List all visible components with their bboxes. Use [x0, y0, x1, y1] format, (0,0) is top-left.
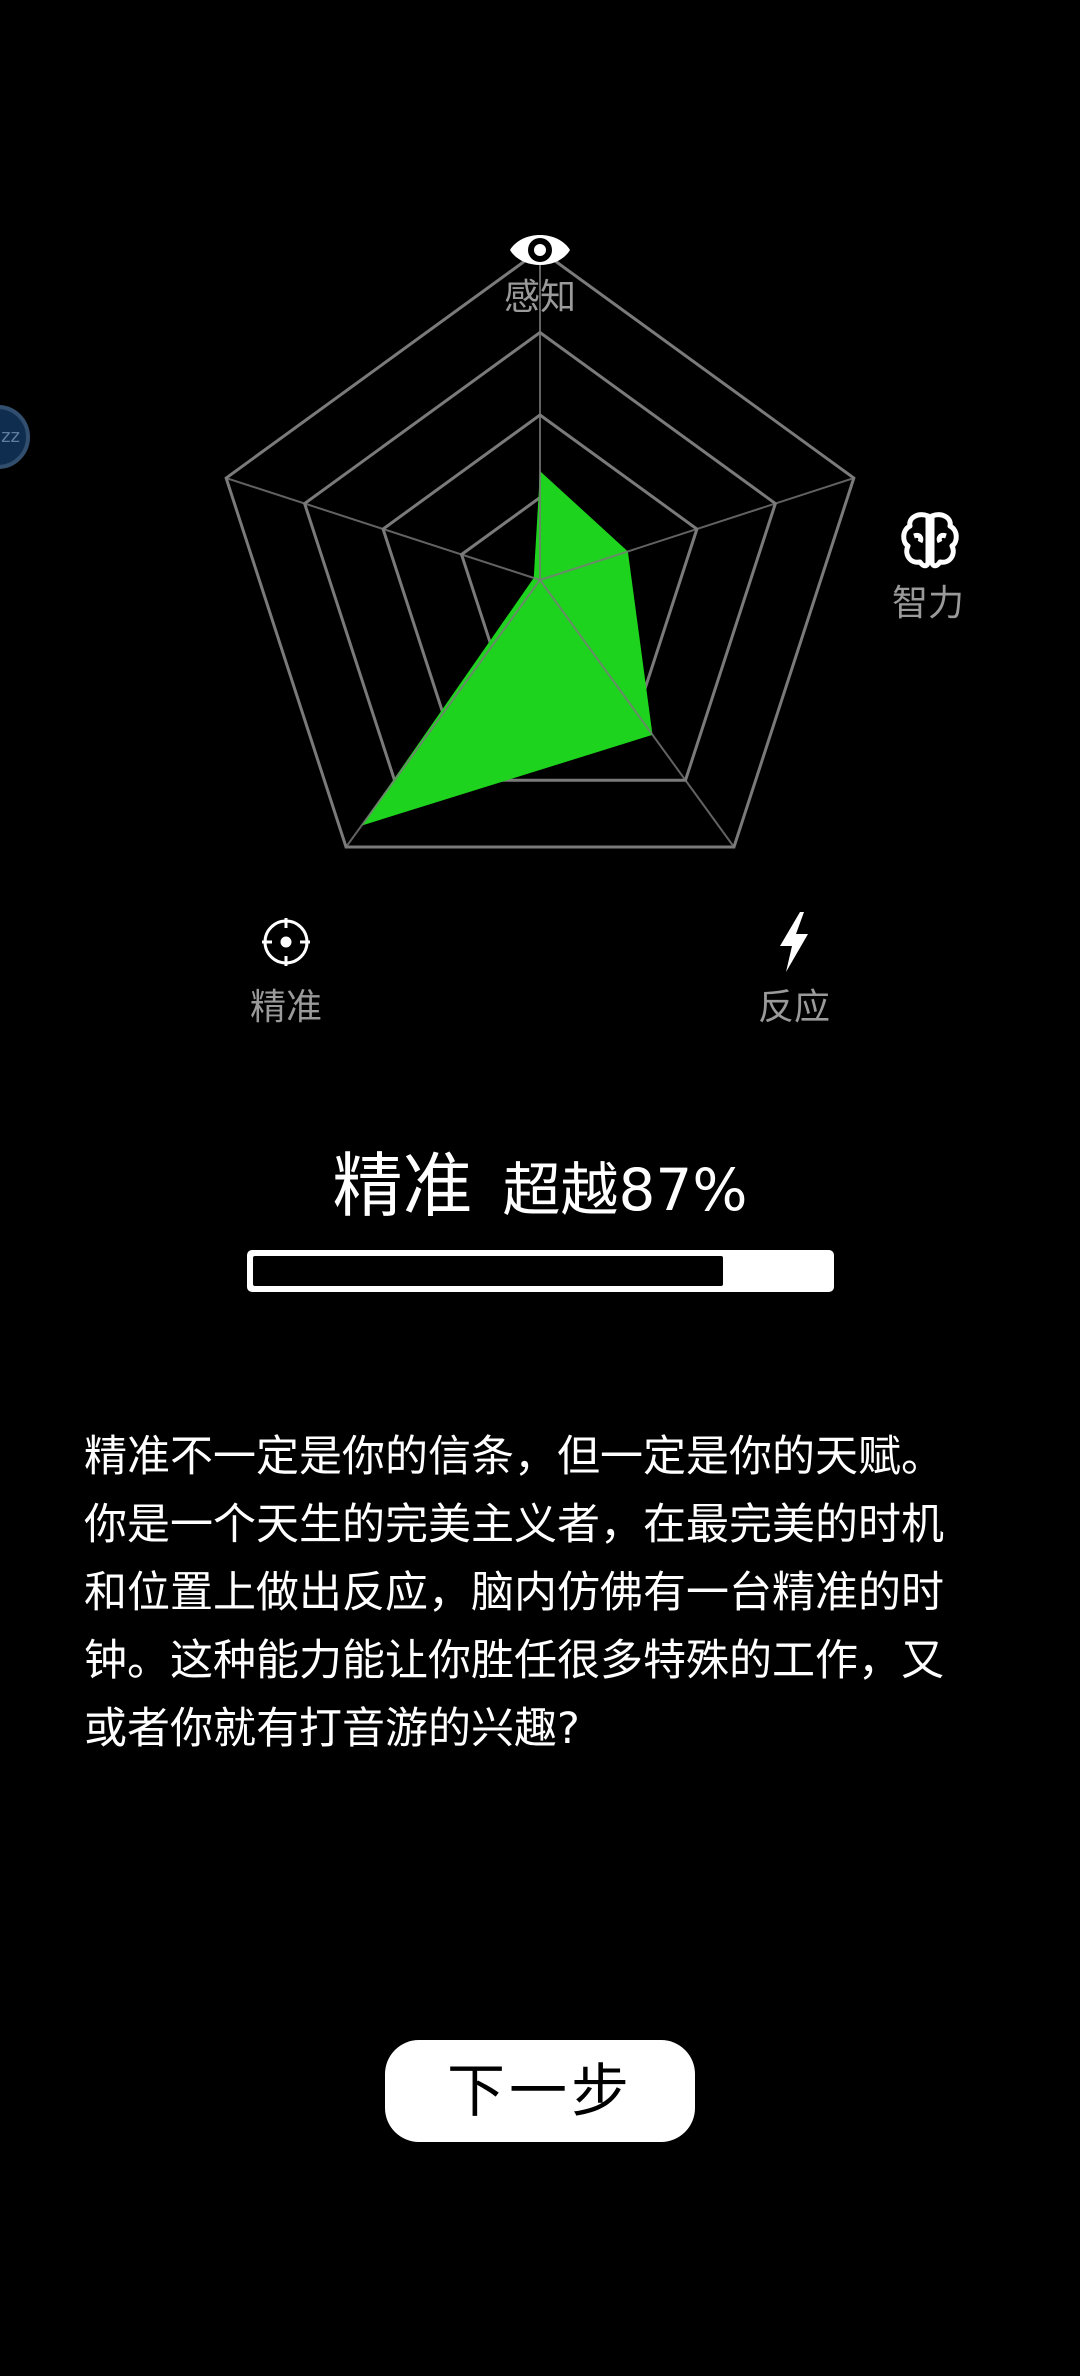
next-step-button[interactable]: 下一步 — [385, 2040, 695, 2142]
radar-value-area — [361, 471, 653, 826]
axis-label-intelligence: 智力 — [891, 583, 964, 624]
result-title: 精准 超越87% — [0, 1130, 1080, 1231]
result-percentile: 超越87% — [502, 1156, 748, 1224]
result-stat-name: 精准 — [332, 1145, 473, 1227]
brain-icon — [898, 508, 962, 572]
radar-chart: 感知 智力 反应 精准 — [0, 0, 1080, 1060]
radar-axis-line — [225, 477, 541, 581]
eye-icon — [508, 218, 572, 282]
axis-label-reaction: 反应 — [757, 987, 830, 1028]
crosshair-icon — [254, 910, 318, 974]
percentile-progress-bar — [247, 1250, 834, 1292]
result-description: 精准不一定是你的信条，但一定是你的天赋。你是一个天生的完美主义者，在最完美的时机… — [84, 1432, 944, 1754]
axis-label-precision: 精准 — [249, 987, 322, 1028]
axis-label-perception: 感知 — [503, 277, 576, 318]
percentile-progress-fill — [253, 1256, 724, 1286]
lightning-icon — [762, 910, 826, 974]
